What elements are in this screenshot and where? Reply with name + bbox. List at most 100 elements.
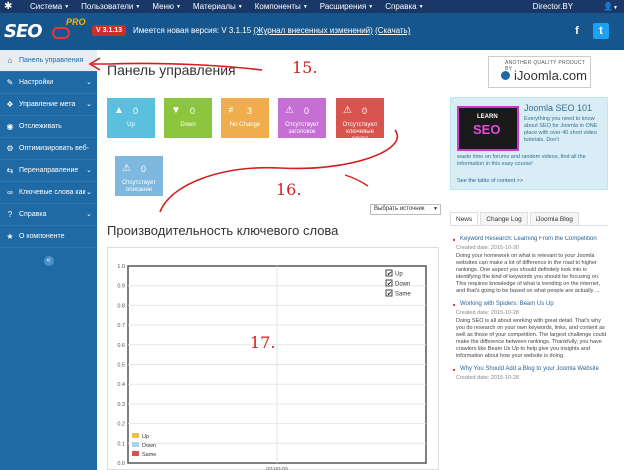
menu-components[interactable]: Компоненты▼ (255, 0, 308, 13)
chart-svg: 1.00.90.80.70.60.50.40.30.20.10.000:00:0… (108, 248, 440, 470)
collapse-sidebar-icon[interactable]: « (44, 256, 54, 266)
menu-extensions[interactable]: Расширения▼ (320, 0, 373, 13)
menu-system[interactable]: Система▼ (30, 0, 69, 13)
stat-symbol-icon: ⚠ (285, 105, 294, 116)
stat-label: Отсутствует заголовок (280, 122, 324, 136)
sidebar-item-4[interactable]: ⚙Оптимизировать веб- (0, 138, 97, 160)
stat-symbol-icon: ≠ (228, 105, 234, 116)
y-tick-label: 0.9 (117, 284, 125, 290)
sidebar-item-5[interactable]: ⇆Перенаправление⌄ (0, 160, 97, 182)
news-title[interactable]: Why You Should Add a Blog to your Joomla… (450, 366, 608, 373)
annotation-16: 16. (276, 180, 301, 199)
home-icon: ⌂ (5, 56, 15, 65)
stat-label: Down (166, 122, 210, 129)
news-date: Created date: 2015-10-28 (450, 310, 608, 316)
legend-swatch (132, 442, 139, 447)
joomla-logo-icon[interactable]: ✱ (4, 1, 15, 12)
news-title[interactable]: Keyword Research: Learning From the Comp… (450, 236, 608, 243)
news-date: Created date: 2015-10-30 (450, 245, 608, 251)
sidebar-item-8[interactable]: ★ О компоненте (0, 226, 97, 248)
keyword-chart: 1.00.90.80.70.60.50.40.30.20.10.000:00:0… (107, 247, 439, 470)
stat-label: Отсутствует описание (117, 180, 161, 194)
sidebar-item-7[interactable]: ?Справка⌄ (0, 204, 97, 226)
sidebar-item-1[interactable]: ✎Настройки⌄ (0, 72, 97, 94)
star-icon: ★ (5, 232, 15, 241)
promo-text: Everything you need to know about SEO fo… (524, 116, 604, 144)
source-select[interactable]: Выбрать источник▼ (370, 204, 441, 215)
menu-content[interactable]: Материалы▼ (193, 0, 243, 13)
sidebar-item-3[interactable]: ◉Отслеживать (0, 116, 97, 138)
legend-label: Down (395, 282, 410, 288)
stat-symbol-icon: ▼ (171, 105, 181, 116)
tab-ijoomla-blog[interactable]: iJoomla Blog (530, 212, 579, 225)
logo-arrow-icon (52, 27, 70, 39)
stat-label: No Change (223, 122, 267, 129)
y-tick-label: 0.1 (117, 441, 125, 447)
ijoomla-badge[interactable]: ANOTHER QUALITY PRODUCT BY iJoomla.com (488, 56, 591, 88)
promo-title: Joomla SEO 101 (524, 103, 592, 113)
stat-value: 0 (133, 106, 138, 116)
changelog-link[interactable]: (Журнал внесенных изменений) (253, 26, 372, 35)
check-icon: ✔ (387, 271, 392, 278)
tab-changelog[interactable]: Change Log (480, 212, 527, 225)
chevron-down-icon: ⌄ (86, 188, 92, 196)
facebook-icon[interactable]: f (569, 23, 585, 39)
list-item: Keyword Research: Learning From the Comp… (450, 236, 608, 295)
stat-box-0[interactable]: ▲ 0 Up (107, 98, 155, 138)
chevron-down-icon: ⌄ (86, 78, 92, 86)
sidebar: ⌂Панель управления✎Настройки⌄❖Управление… (0, 50, 97, 470)
help-icon: ? (5, 210, 15, 219)
stat-value: 0 (141, 164, 146, 174)
stat-box-3[interactable]: ⚠ 0 Отсутствует заголовок (278, 98, 326, 138)
user-icon[interactable]: 👤▼ (603, 0, 618, 13)
sidebar-item-2[interactable]: ❖Управление мета⌄ (0, 94, 97, 116)
news-text: Doing SEO is all about working with grea… (450, 318, 608, 360)
stat-symbol-icon: ⚠ (343, 105, 352, 116)
news-date: Created date: 2015-10-28 (450, 375, 608, 381)
chevron-down-icon: ⌄ (86, 210, 92, 218)
promo-text-2: waste time on forums and random videos, … (457, 154, 607, 168)
wrench-icon: ✎ (5, 78, 15, 87)
twitter-icon[interactable]: t (593, 23, 609, 39)
y-tick-label: 0.0 (117, 461, 125, 467)
menu-users[interactable]: Пользователи▼ (81, 0, 140, 13)
sidebar-item-0[interactable]: ⌂Панель управления (0, 50, 97, 72)
news-title[interactable]: Working with Spiders: Beam Us Up (450, 301, 608, 308)
stat-symbol-icon: ⚠ (122, 163, 131, 174)
learn-seo-image[interactable]: LEARN SEO (457, 106, 519, 151)
legend-label: Down (142, 443, 156, 449)
site-link[interactable]: Director.BY (533, 0, 573, 13)
stat-box-4[interactable]: ⚠0Отсутствуют ключевые слова (336, 98, 384, 138)
menu-menus[interactable]: Меню▼ (152, 0, 181, 13)
keyword-performance-title: Производительность ключевого слова (107, 223, 338, 238)
list-item: Working with Spiders: Beam Us Up Created… (450, 301, 608, 360)
y-tick-label: 0.7 (117, 323, 125, 329)
annotation-15: 15. (292, 58, 317, 77)
stat-box-2[interactable]: ≠3No Change (221, 98, 269, 138)
legend-label: Same (395, 292, 411, 298)
redirect-icon: ⇆ (5, 166, 15, 175)
sidebar-item-label: Перенаправление (19, 167, 78, 174)
list-item: Why You Should Add a Blog to your Joomla… (450, 366, 608, 381)
menu-help[interactable]: Справка▼ (385, 0, 423, 13)
promo-link[interactable]: See the table of content >> (457, 178, 523, 184)
sidebar-item-6[interactable]: ∞Ключевые слова как⌄ (0, 182, 97, 204)
sidebar-item-label: О компоненте (19, 233, 65, 240)
stat-value: 0 (304, 106, 309, 116)
tab-news[interactable]: News (450, 212, 478, 225)
component-header: SEO PRO V 3.1.13 Имеется новая версия: V… (0, 13, 624, 50)
stat-symbol-icon: ▲ (114, 105, 124, 116)
admin-menu: Система▼ Пользователи▼ Меню▼ Материалы▼ … (30, 0, 436, 13)
y-tick-label: 0.6 (117, 343, 125, 349)
news-text: Doing your homework on what is relevant … (450, 253, 608, 295)
download-link[interactable]: (Скачать) (375, 26, 410, 35)
sidebar-item-label: Ключевые слова как (19, 189, 86, 196)
y-tick-label: 0.3 (117, 402, 125, 408)
legend-label: Up (142, 434, 149, 440)
sidebar-item-label: Управление мета (19, 101, 75, 108)
stat-box-5[interactable]: ⚠ 0 Отсутствует описание (115, 156, 163, 196)
stat-label: Up (109, 122, 153, 129)
stat-value: 0 (190, 106, 195, 116)
stat-box-1[interactable]: ▼ 0 Down (164, 98, 212, 138)
y-tick-label: 0.2 (117, 422, 125, 428)
